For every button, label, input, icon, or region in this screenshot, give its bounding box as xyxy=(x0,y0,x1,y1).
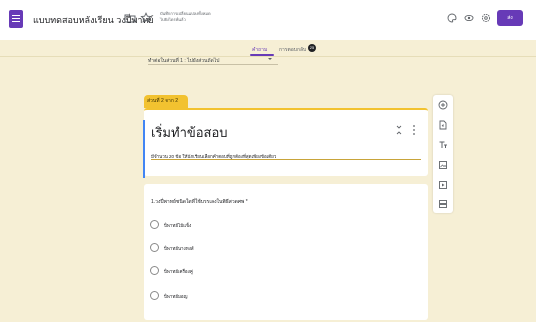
description-underline xyxy=(151,159,421,160)
floating-toolbar xyxy=(433,95,453,213)
radio-button[interactable] xyxy=(150,266,159,275)
option-label: ปี่พาทย์เครื่องคู่ xyxy=(164,269,193,274)
preview-eye-icon[interactable] xyxy=(464,13,474,23)
option-label: ปี่พาทย์มอญ xyxy=(164,294,188,299)
dropdown-underline xyxy=(148,64,278,65)
add-video-icon[interactable] xyxy=(438,180,448,190)
top-bar: แบบทดสอบหลังเรียน วงปี่พาทย์ บันทึกการเป… xyxy=(0,0,536,56)
tab-responses[interactable]: การตอบกลับ xyxy=(279,46,306,54)
option-label: ปี่พาทย์ไม้แข็ง xyxy=(164,223,192,228)
add-title-icon[interactable] xyxy=(438,140,448,150)
radio-button[interactable] xyxy=(150,291,159,300)
question-title[interactable]: 1.วงปี่พาทย์ชนิดใดที่ใช้บรรเลงในพิธีสวดศ… xyxy=(151,198,248,206)
add-section-icon[interactable] xyxy=(438,199,448,209)
star-icon[interactable] xyxy=(140,12,152,24)
chevron-down-icon[interactable] xyxy=(268,58,272,60)
add-image-icon[interactable] xyxy=(438,160,448,170)
option-label: ปี่พาทย์นางหงส์ xyxy=(164,246,194,251)
save-status: บันทึกการเปลี่ยนแปลงทั้งหมด ไปยังไดรฟ์แล… xyxy=(160,11,211,22)
send-button[interactable]: ส่ง xyxy=(497,10,523,26)
palette-icon[interactable] xyxy=(447,13,457,23)
focus-accent-bar xyxy=(143,120,145,178)
radio-button[interactable] xyxy=(150,243,159,252)
forms-logo-icon[interactable] xyxy=(9,10,23,28)
folder-icon[interactable] xyxy=(124,12,136,24)
tab-questions[interactable]: คำถาม xyxy=(252,46,267,54)
collapse-section-icon[interactable] xyxy=(395,125,403,135)
settings-gear-icon[interactable] xyxy=(481,13,491,23)
tab-divider xyxy=(0,56,536,57)
add-question-icon[interactable] xyxy=(438,100,448,110)
more-options-icon[interactable] xyxy=(411,124,417,136)
section-tag: ส่วนที่ 2 จาก 2 xyxy=(144,95,188,108)
section-title[interactable]: เริ่มทำข้อสอบ xyxy=(151,122,228,143)
responses-count-badge: 25 xyxy=(308,44,316,52)
import-questions-icon[interactable] xyxy=(438,120,448,130)
radio-button[interactable] xyxy=(150,220,159,229)
